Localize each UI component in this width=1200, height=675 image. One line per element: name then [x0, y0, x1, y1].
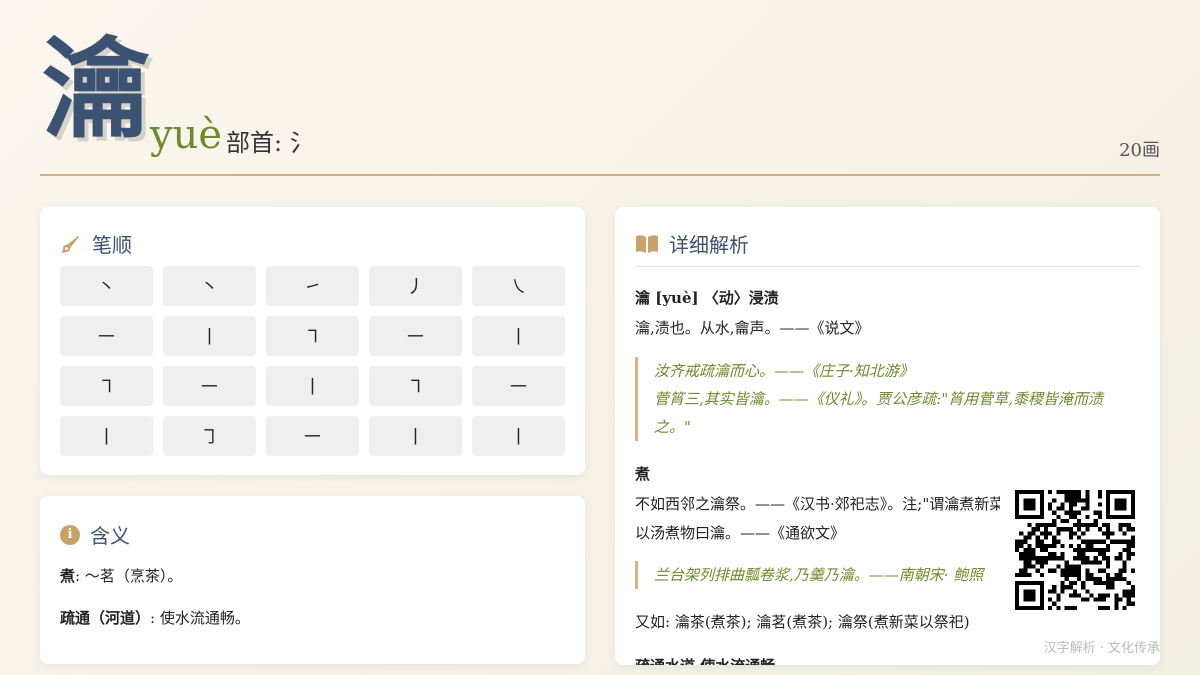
stroke-count: 20画	[1119, 140, 1160, 161]
qr-code[interactable]	[1015, 490, 1135, 610]
footer-tagline: 汉字解析 · 文化传承	[1043, 641, 1160, 656]
meaning-card: i 含义 煮: ～茗（烹茶）。 疏通（河道）: 使水流通畅。	[40, 496, 585, 664]
meaning-label: 含义	[90, 524, 130, 548]
meaning-title: i 含义	[60, 520, 130, 549]
stroke-cell: 丨	[60, 416, 153, 456]
stroke-order-card: 笔顺 丶丶㇀丿㇏㇐丨㇕㇐丨㇕㇐丨㇕㇐丨㇆㇐丨丨	[40, 207, 585, 475]
book-icon	[636, 234, 658, 253]
detail-title: 详细解析	[635, 229, 749, 258]
info-icon: i	[60, 524, 80, 545]
detail-header: 详细解析	[635, 229, 1140, 267]
quote-line: 菅筲三,其实皆瀹。——《仪礼》。贾公彦疏:"筲用菅草,黍稷皆淹而渍	[654, 390, 1103, 408]
character-header: 瀹 yuè 部首: 氵 20画	[40, 36, 1160, 176]
detail-quote: 兰台架列排曲瓢卷浆,乃羹乃瀹。——南朝宋· 鲍照	[635, 561, 1000, 589]
meaning-term: 煮	[60, 567, 76, 585]
detail-quote: 汝齐戒疏瀹而心。——《庄子·知北游》 菅筲三,其实皆瀹。——《仪礼》。贾公彦疏:…	[635, 357, 1140, 441]
main-character: 瀹	[42, 27, 151, 153]
stroke-cell: ㇐	[266, 416, 359, 456]
stroke-grid: 丶丶㇀丿㇏㇐丨㇕㇐丨㇕㇐丨㇕㇐丨㇆㇐丨丨	[60, 266, 565, 456]
stroke-order-title: 笔顺	[60, 229, 132, 258]
detail-line: 不如西邻之瀹祭。——《汉书·郊祀志》。注;"谓瀹煮新菜以祭"	[635, 495, 1000, 513]
stroke-cell: 丶	[60, 266, 153, 306]
detail-heading: 煮	[635, 465, 651, 483]
stroke-cell: ㇐	[60, 316, 153, 356]
stroke-order-label: 笔顺	[92, 233, 132, 257]
meaning-text: 使水流通畅。	[159, 609, 250, 627]
stroke-cell: ㇕	[266, 316, 359, 356]
stroke-cell: 丨	[163, 316, 256, 356]
quote-line: 兰台架列排曲瓢卷浆,乃羹乃瀹。——南朝宋· 鲍照	[654, 566, 984, 584]
pinyin: yuè	[150, 112, 223, 158]
detail-line: 又如: 瀹茶(煮茶); 瀹茗(煮茶); 瀹祭(煮新菜以祭祀)	[635, 613, 970, 631]
stroke-cell: ㇕	[60, 366, 153, 406]
stroke-cell: 丨	[472, 316, 565, 356]
meaning-item: 疏通（河道）: 使水流通畅。	[60, 607, 250, 628]
detail-heading: 疏通水道,使水流通畅	[635, 655, 775, 665]
stroke-cell: ㇆	[163, 416, 256, 456]
meaning-term: 疏通（河道）	[60, 609, 151, 627]
meaning-item: 煮: ～茗（烹茶）。	[60, 565, 182, 586]
stroke-cell: 丶	[163, 266, 256, 306]
meaning-text: ～茗（烹茶）。	[84, 567, 183, 585]
meaning-sep: :	[75, 567, 85, 585]
quote-line: 汝齐戒疏瀹而心。——《庄子·知北游》	[654, 362, 914, 380]
stroke-cell: 丨	[266, 366, 359, 406]
quote-line: 之。"	[654, 418, 691, 436]
radical-label: 部首: 氵	[226, 129, 314, 157]
detail-label: 详细解析	[669, 233, 749, 257]
stroke-cell: ㇀	[266, 266, 359, 306]
stroke-cell: 丨	[369, 416, 462, 456]
stroke-cell: 丨	[472, 416, 565, 456]
stroke-cell: ㇐	[369, 316, 462, 356]
stroke-cell: ㇐	[472, 366, 565, 406]
stroke-cell: ㇐	[163, 366, 256, 406]
detail-line: 以汤煮物曰瀹。——《通欲文》	[635, 524, 846, 542]
detail-line: 瀹,渍也。从水,龠声。——《说文》	[635, 319, 870, 337]
meaning-sep: :	[150, 609, 160, 627]
stroke-cell: 丿	[369, 266, 462, 306]
stroke-cell: ㇕	[369, 366, 462, 406]
stroke-cell: ㇏	[472, 266, 565, 306]
detail-heading: 瀹 [yuè] 〈动〉浸渍	[635, 289, 779, 307]
pen-icon	[61, 235, 80, 253]
